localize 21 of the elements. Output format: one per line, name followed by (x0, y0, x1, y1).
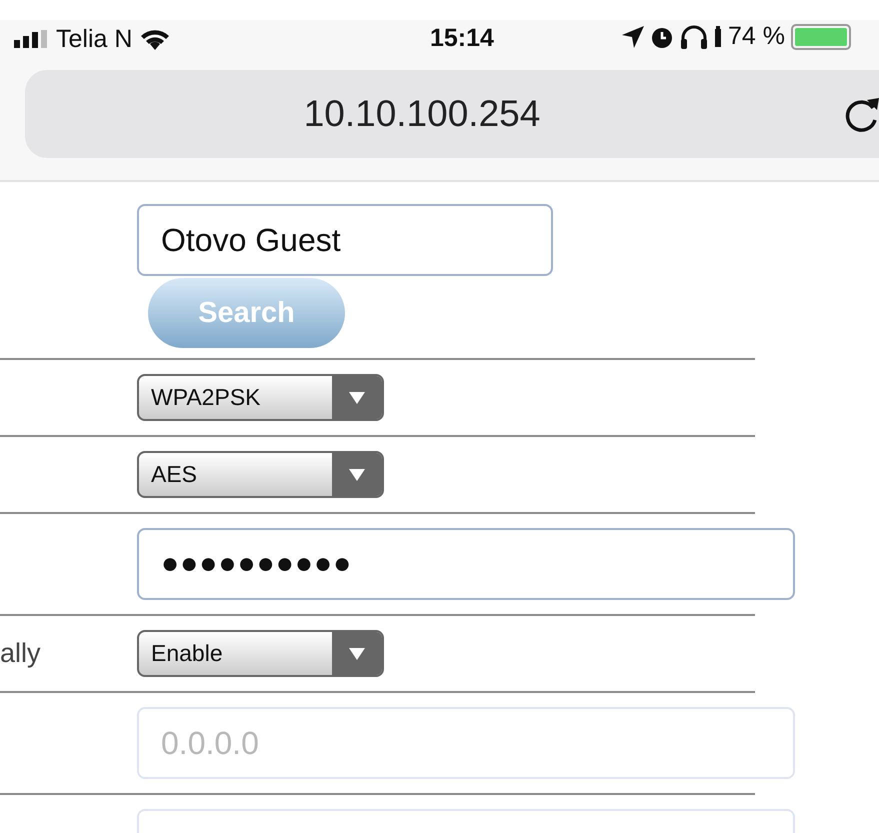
caret-icon (332, 376, 382, 419)
clock-time: 15:14 (430, 24, 494, 53)
input-field[interactable]: Otovo Guest (137, 204, 553, 276)
address-bar[interactable]: 10.10.100.254 (25, 70, 879, 158)
dropdown[interactable]: WPA2PSK (137, 374, 384, 421)
signal-icon (14, 30, 48, 48)
battery-icon (790, 24, 851, 50)
carrier-name: Telia N (56, 24, 132, 54)
battery-level-icon (714, 26, 722, 48)
password-field[interactable]: ●●●●●●●●●● (137, 528, 795, 600)
dropdown[interactable]: AES (137, 451, 384, 498)
caret-icon (332, 453, 382, 496)
url-text: 10.10.100.254 (304, 93, 540, 135)
battery-percent: 74 % (728, 22, 785, 51)
caret-icon (332, 632, 382, 675)
wifi-icon (140, 28, 170, 50)
location-arrow-icon (622, 26, 644, 48)
headphones-icon (680, 24, 708, 48)
field-label: ally (0, 638, 41, 668)
reload-icon[interactable] (843, 96, 879, 134)
dropdown[interactable]: Enable (137, 630, 384, 677)
